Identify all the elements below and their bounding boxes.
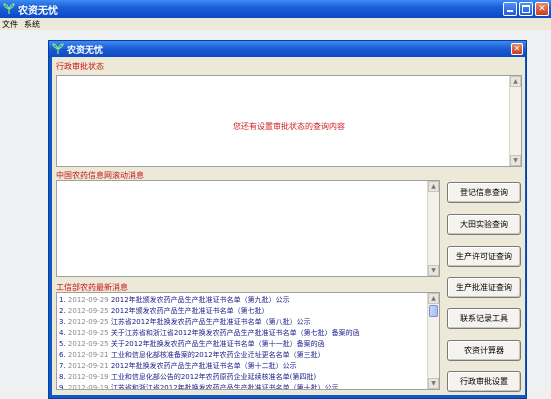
news-list-item[interactable]: 2. 2012-09-25 2012年颁发农药产品生产批准证书名单（第七批） (59, 306, 431, 317)
window-title: 农资无忧 (18, 5, 58, 17)
latest-news-scrollbar[interactable]: ▲ ▼ (427, 293, 439, 389)
news-item-date: 2012-09-25 (67, 329, 109, 337)
scroll-up-icon[interactable]: ▲ (510, 76, 521, 87)
register-query-button[interactable]: 登记信息查询 (447, 182, 521, 203)
news-list-item[interactable]: 5. 2012-09-25 关于2012年批换发农药产品生产批准证书名单（第十一… (59, 339, 431, 350)
production-approval-query-button[interactable]: 生产批准证查询 (447, 277, 521, 298)
news-item-title[interactable]: 关于2012年批换发农药产品生产批准证书名单（第十一批）备案的函 (111, 340, 325, 348)
approval-scrollbar[interactable]: ▲ ▼ (509, 76, 521, 166)
news-list-item[interactable]: 1. 2012-09-29 2012年批颁发农药产品生产批准证书名单（第九批）公… (59, 295, 431, 306)
news-list-item[interactable]: 4. 2012-09-25 关于江苏省和浙江省2012年换发农药产品生产批准证书… (59, 328, 431, 339)
news-item-number: 4. (59, 329, 66, 337)
menubar: 文件 系统 (0, 18, 551, 30)
news-item-number: 9. (59, 384, 66, 390)
app-leaf-icon (3, 3, 15, 15)
scroll-up-icon[interactable]: ▲ (428, 293, 439, 304)
news-list-item[interactable]: 3. 2012-09-25 江苏省2012年批换发农药产品生产批准证书名单（第八… (59, 317, 431, 328)
scroll-news-scrollbar[interactable]: ▲ ▼ (427, 181, 439, 276)
news-item-number: 6. (59, 351, 66, 359)
news-item-date: 2012-09-21 (67, 351, 109, 359)
news-list-item[interactable]: 8. 2012-09-19 工业和信息化部公告的2012年农药原药企业延续核准名… (59, 372, 431, 383)
news-item-number: 2. (59, 307, 66, 315)
news-item-number: 3. (59, 318, 66, 326)
news-item-title[interactable]: 工业和信息化部核准备案的2012年农药企业迁址更名名单（第三批） (111, 351, 325, 359)
minimize-icon (507, 10, 513, 12)
field-trial-query-button[interactable]: 大田实验查询 (447, 214, 521, 235)
latest-news-panel: 1. 2012-09-29 2012年批颁发农药产品生产批准证书名单（第九批）公… (56, 292, 440, 390)
admin-approval-settings-button[interactable]: 行政审批设置 (447, 371, 521, 392)
production-license-query-button[interactable]: 生产许可证查询 (447, 246, 521, 267)
approval-status-panel: 您还有设置审批状态的查询内容 ▲ ▼ (56, 75, 522, 167)
close-icon: ✕ (538, 4, 546, 14)
news-item-date: 2012-09-21 (67, 362, 109, 370)
news-item-title[interactable]: 关于江苏省和浙江省2012年换发农药产品生产批准证书名单（第七批）备案的函 (111, 329, 360, 337)
scrollbar-thumb[interactable] (429, 305, 438, 317)
approval-status-message: 您还有设置审批状态的查询内容 (233, 122, 345, 131)
minimize-button[interactable] (503, 2, 517, 16)
pesticide-calculator-button[interactable]: 农资计算器 (447, 340, 521, 361)
scroll-down-icon[interactable]: ▼ (428, 265, 439, 276)
news-item-title[interactable]: 2012年颁发农药产品生产批准证书名单（第七批） (111, 307, 269, 315)
menu-system[interactable]: 系统 (24, 19, 40, 30)
news-list-item[interactable]: 9. 2012-09-19 江苏省和浙江省2012年批换发农药产品生产批准证书名… (59, 383, 431, 390)
news-item-title[interactable]: 江苏省2012年批换发农药产品生产批准证书名单（第八批）公示 (111, 318, 311, 326)
dialog-bottom-bar (49, 395, 526, 398)
news-list-item[interactable]: 6. 2012-09-21 工业和信息化部核准备案的2012年农药企业迁址更名名… (59, 350, 431, 361)
news-item-title[interactable]: 2012年批换发农药产品生产批准证书名单（第十二批）公示 (111, 362, 297, 370)
dialog-close-button[interactable]: ✕ (511, 43, 523, 55)
scroll-down-icon[interactable]: ▼ (428, 378, 439, 389)
dialog-title: 农资无忧 (67, 45, 104, 56)
maximize-icon (522, 5, 530, 13)
news-item-date: 2012-09-25 (67, 307, 109, 315)
scroll-up-icon[interactable]: ▲ (428, 181, 439, 192)
news-item-date: 2012-09-19 (67, 384, 109, 390)
dialog-leaf-icon (52, 43, 64, 55)
news-item-date: 2012-09-25 (67, 318, 109, 326)
outer-titlebar: 农资无忧 ✕ (0, 0, 551, 18)
news-item-number: 7. (59, 362, 66, 370)
close-button[interactable]: ✕ (535, 2, 549, 16)
latest-news-list: 1. 2012-09-29 2012年批颁发农药产品生产批准证书名单（第九批）公… (59, 295, 431, 390)
news-list-item[interactable]: 7. 2012-09-21 2012年批换发农药产品生产批准证书名单（第十二批）… (59, 361, 431, 372)
news-item-date: 2012-09-29 (67, 296, 109, 304)
news-item-number: 8. (59, 373, 66, 381)
scroll-down-icon[interactable]: ▼ (510, 155, 521, 166)
news-item-date: 2012-09-19 (67, 373, 109, 381)
close-icon: ✕ (513, 44, 521, 53)
news-item-number: 5. (59, 340, 66, 348)
contact-record-tool-button[interactable]: 联系记录工具 (447, 308, 521, 329)
main-dialog: 农资无忧 ✕ 行政审批状态 您还有设置审批状态的查询内容 ▲ ▼ 中国农药信息网… (48, 40, 527, 399)
news-item-title[interactable]: 江苏省和浙江省2012年批换发农药产品生产批准证书名单（第十批）公示 (111, 384, 339, 389)
news-item-date: 2012-09-25 (67, 340, 109, 348)
news-item-title[interactable]: 2012年批颁发农药产品生产批准证书名单（第九批）公示 (111, 296, 290, 304)
news-item-number: 1. (59, 296, 66, 304)
dialog-titlebar: 农资无忧 ✕ (49, 41, 526, 57)
maximize-button[interactable] (519, 2, 533, 16)
scroll-news-panel: ▲ ▼ (56, 180, 440, 277)
dialog-client: 行政审批状态 您还有设置审批状态的查询内容 ▲ ▼ 中国农药信息网滚动消息 ▲ … (52, 57, 525, 397)
approval-status-label: 行政审批状态 (56, 62, 104, 71)
menu-file[interactable]: 文件 (2, 19, 18, 30)
news-item-title[interactable]: 工业和信息化部公告的2012年农药原药企业延续核准名单(第四批) (111, 373, 316, 381)
